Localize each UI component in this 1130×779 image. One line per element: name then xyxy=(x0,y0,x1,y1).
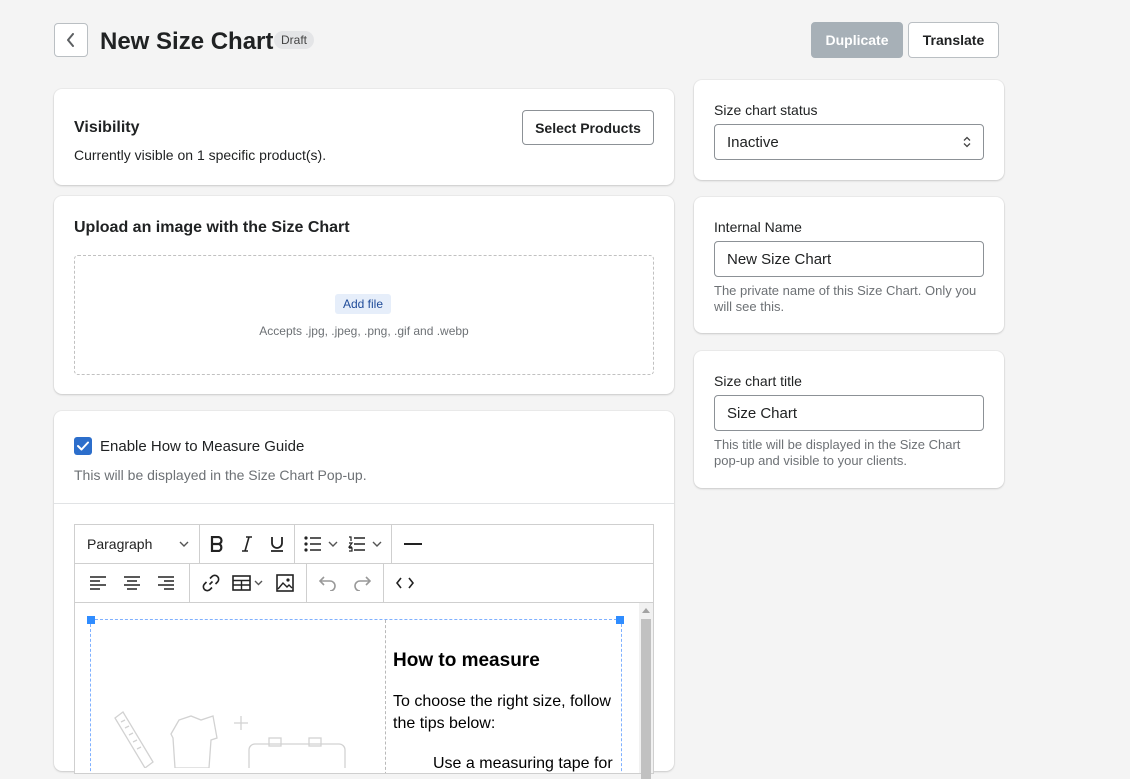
editor-scrollbar[interactable] xyxy=(639,603,653,779)
select-products-button[interactable]: Select Products xyxy=(522,110,654,145)
bold-button[interactable] xyxy=(202,529,232,559)
chevron-left-icon xyxy=(67,33,74,47)
align-center-icon xyxy=(124,576,140,590)
image-button[interactable] xyxy=(268,568,302,598)
select-arrows-icon xyxy=(963,136,971,148)
chart-title-input[interactable]: Size Chart xyxy=(714,395,984,431)
numbered-list-icon xyxy=(348,536,382,552)
scrollbar-thumb[interactable] xyxy=(641,619,651,779)
history-group xyxy=(307,564,384,602)
italic-button[interactable] xyxy=(232,529,262,559)
align-group xyxy=(75,564,190,602)
table-icon xyxy=(232,575,263,591)
table-button[interactable] xyxy=(228,568,268,598)
status-select-value: Inactive xyxy=(727,133,779,151)
bullet-list-button[interactable] xyxy=(299,529,343,559)
toolbar-row-1: Paragraph xyxy=(75,525,653,564)
file-dropzone[interactable]: Add file Accepts .jpg, .jpeg, .png, .gif… xyxy=(74,255,654,375)
block-format-label: Paragraph xyxy=(87,536,153,552)
status-label: Size chart status xyxy=(714,102,818,118)
bold-icon xyxy=(210,536,223,552)
visibility-title: Visibility xyxy=(74,119,140,136)
underline-icon xyxy=(271,537,283,552)
enable-guide-label[interactable]: Enable How to Measure Guide xyxy=(100,438,304,455)
editor-content[interactable]: How to measure To choose the right size,… xyxy=(75,603,643,773)
chart-title-label: Size chart title xyxy=(714,373,802,389)
status-badge: Draft xyxy=(274,31,315,49)
accepts-text: Accepts .jpg, .jpeg, .png, .gif and .web… xyxy=(259,324,469,338)
content-list-item: Use a measuring tape for xyxy=(393,753,613,773)
horizontal-rule-icon xyxy=(404,543,422,545)
align-right-icon xyxy=(158,576,174,590)
code-icon xyxy=(396,577,414,589)
undo-button[interactable] xyxy=(311,568,345,598)
internal-name-input[interactable]: New Size Chart xyxy=(714,241,984,277)
add-file-button[interactable]: Add file xyxy=(335,294,392,314)
guide-description: This will be displayed in the Size Chart… xyxy=(74,467,367,483)
internal-name-label: Internal Name xyxy=(714,219,802,235)
underline-button[interactable] xyxy=(262,529,292,559)
align-center-button[interactable] xyxy=(115,568,149,598)
upload-title: Upload an image with the Size Chart xyxy=(74,219,350,236)
content-paragraph: To choose the right size, follow the tip… xyxy=(393,693,611,732)
link-icon xyxy=(202,574,220,592)
table-divider xyxy=(385,620,386,773)
align-right-button[interactable] xyxy=(149,568,183,598)
internal-name-card: Internal Name New Size Chart The private… xyxy=(694,197,1004,333)
measuring-illustration xyxy=(114,711,346,768)
page-title: New Size Chart xyxy=(100,28,274,55)
align-left-button[interactable] xyxy=(81,568,115,598)
image-icon xyxy=(276,574,294,592)
translate-button[interactable]: Translate xyxy=(908,22,999,58)
duplicate-button[interactable]: Duplicate xyxy=(811,22,903,58)
visibility-card: Visibility Currently visible on 1 specif… xyxy=(54,89,674,185)
toolbar-row-2 xyxy=(75,564,653,603)
upload-card: Upload an image with the Size Chart Add … xyxy=(54,196,674,394)
hr-group xyxy=(392,525,434,563)
redo-button[interactable] xyxy=(345,568,379,598)
source-code-button[interactable] xyxy=(390,568,420,598)
enable-guide-checkbox[interactable] xyxy=(74,437,92,455)
text-style-group xyxy=(200,525,295,563)
status-select[interactable]: Inactive xyxy=(714,124,984,160)
chart-title-card: Size chart title Size Chart This title w… xyxy=(694,351,1004,488)
resize-handle-top-right[interactable] xyxy=(616,616,624,624)
resize-handle-top-left[interactable] xyxy=(87,616,95,624)
block-format-select[interactable]: Paragraph xyxy=(75,525,200,563)
internal-name-help: The private name of this Size Chart. Onl… xyxy=(714,283,977,314)
chevron-down-icon xyxy=(179,541,189,547)
insert-group xyxy=(190,564,307,602)
selected-table[interactable]: How to measure To choose the right size,… xyxy=(90,619,622,773)
chart-title-help: This title will be displayed in the Size… xyxy=(714,437,961,468)
guide-divider xyxy=(54,503,674,504)
code-group xyxy=(384,564,426,602)
redo-icon xyxy=(354,576,371,591)
list-group xyxy=(295,525,392,563)
checkmark-icon xyxy=(77,441,89,451)
link-button[interactable] xyxy=(194,568,228,598)
scroll-up-arrow-icon[interactable] xyxy=(642,607,650,613)
back-button[interactable] xyxy=(54,23,88,57)
visibility-description: Currently visible on 1 specific product(… xyxy=(74,147,327,163)
guide-card: Enable How to Measure Guide This will be… xyxy=(54,411,674,779)
status-card: Size chart status Inactive xyxy=(694,80,1004,180)
undo-icon xyxy=(319,576,336,591)
align-left-icon xyxy=(90,576,106,590)
numbered-list-button[interactable] xyxy=(343,529,387,559)
content-heading: How to measure xyxy=(393,650,540,671)
bullet-list-icon xyxy=(304,536,338,552)
content-list-item-text: Use a measuring tape for xyxy=(433,755,613,772)
horizontal-rule-button[interactable] xyxy=(398,529,428,559)
rich-text-editor[interactable]: Paragraph How to measure To choose the r… xyxy=(74,524,654,779)
italic-icon xyxy=(242,536,252,552)
